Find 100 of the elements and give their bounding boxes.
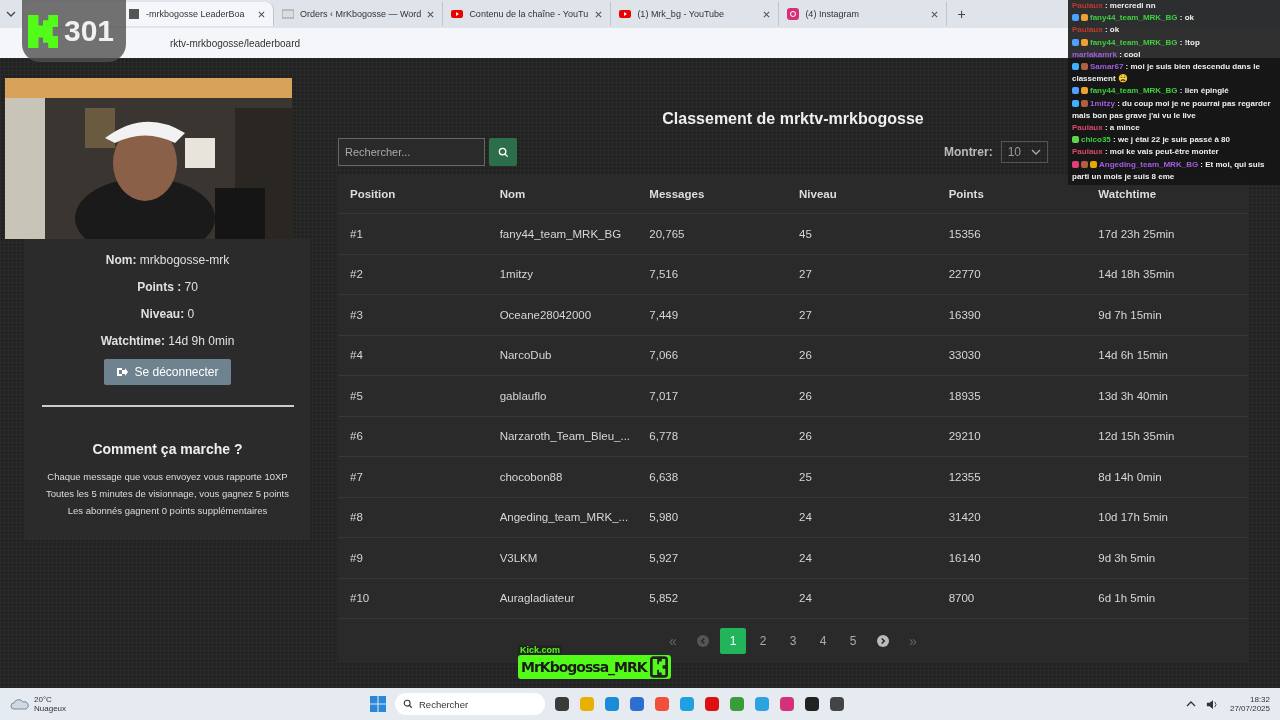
table-cell-text: 17d 23h 25min — [1098, 227, 1176, 240]
table-cell-text: NarcoDub — [499, 349, 553, 362]
column-header: Position — [350, 188, 397, 200]
table-cell-text: chocobon88 — [499, 470, 564, 483]
temperature: 20°C — [34, 695, 53, 704]
browser-tab[interactable]: (4) Instagram — [779, 2, 948, 26]
search-button[interactable] — [489, 138, 517, 166]
cloud-icon — [10, 698, 30, 710]
camera-icon — [787, 8, 800, 20]
close-icon[interactable] — [258, 10, 265, 18]
address-bar[interactable]: rktv-mrkbogosse/leaderboard — [170, 37, 301, 49]
app-icon[interactable] — [554, 696, 570, 712]
table-cell-text: #10 — [350, 592, 371, 605]
browser-tab[interactable]: Contenu de la chaîne - YouTu — [443, 2, 612, 26]
page-size-select[interactable]: 10 — [1000, 141, 1048, 163]
page-link[interactable]: 2 — [748, 628, 778, 654]
rule-text: Chaque message que vous envoyez vous rapporte 10XP — [47, 471, 288, 482]
table-cell-text: #9 — [350, 551, 364, 564]
page-link[interactable]: 3 — [778, 628, 808, 654]
column-header: Watchtime — [1098, 188, 1158, 200]
close-icon[interactable] — [427, 10, 435, 18]
page-icon — [128, 8, 140, 20]
table-cell-text: 26 — [799, 389, 813, 402]
table-cell-text: 33030 — [948, 349, 982, 362]
table-cell-text: 7,017 — [649, 389, 680, 402]
table-cell-text: 9d 7h 15min — [1098, 308, 1163, 321]
chat-message: chico35 : we j étai 22 je suis passé à 80 — [1072, 134, 1276, 147]
table-cell-text: 22770 — [948, 268, 982, 281]
table-cell-text: 8d 14h 0min — [1098, 470, 1163, 483]
column-header: Points — [948, 188, 985, 200]
section-title: Comment ça marche ? — [92, 441, 243, 457]
clock-time: 18:32 — [1249, 695, 1270, 704]
table-cell-text: fany44_team_MRK_BG — [499, 227, 623, 240]
search-field[interactable]: Rechercher... — [338, 138, 485, 166]
app-icon[interactable] — [804, 696, 820, 712]
logout-button[interactable]: Se déconnecter — [104, 359, 231, 385]
speaker-icon[interactable] — [1205, 698, 1220, 710]
table-cell-text: V3LKM — [499, 551, 539, 564]
table-cell-text: #4 — [350, 349, 364, 362]
table-cell-text: Angeding_team_MRK_... — [499, 511, 630, 524]
chevron-up-icon[interactable] — [1185, 701, 1196, 707]
logout-icon — [116, 366, 129, 378]
page-icon — [282, 8, 294, 20]
table-cell-text: 6d 1h 5min — [1098, 592, 1157, 605]
profile-field: Niveau: 0 — [140, 307, 195, 321]
table-cell-text: #5 — [350, 389, 364, 402]
chat-message: 1mitzy : du coup moi je ne pourrai pas regarder mais bon pas grave j'ai vu le live — [1072, 97, 1272, 122]
chevron-down-icon[interactable] — [6, 11, 16, 17]
show-label: Montrer: — [943, 145, 993, 159]
table-cell-text: 45 — [799, 227, 813, 240]
table-cell-text: 1mitzy — [499, 268, 534, 281]
search-icon — [497, 146, 509, 158]
table-cell-text: 18935 — [948, 389, 982, 402]
start-icon[interactable] — [370, 696, 386, 712]
table-cell-text: #8 — [350, 511, 364, 524]
chat-message: Angeding_team_MRK_BG : Et moi, qui suis parti un mois je suis 8 eme — [1072, 158, 1266, 183]
table-cell-text: #1 — [350, 227, 364, 240]
search-icon — [403, 699, 413, 709]
table-cell-text: 31420 — [948, 511, 982, 524]
app-icon[interactable] — [829, 696, 845, 712]
taskbar-search[interactable]: Rechercher — [395, 693, 545, 715]
chat-message: fany44_team_MRK_BG : !top — [1072, 36, 1276, 49]
video-play-icon — [451, 8, 464, 20]
column-header: Nom — [499, 188, 527, 200]
table-cell-text: #3 — [350, 308, 364, 321]
chat-message: Paulaux : a mince — [1072, 122, 1141, 135]
table-cell-text: 9d 3h 5min — [1098, 551, 1157, 564]
table-cell-text: #7 — [350, 470, 364, 483]
browser-tab[interactable]: (1) Mrk_bg - YouTube — [611, 2, 780, 26]
close-icon[interactable] — [763, 10, 771, 18]
table-cell-text: 5,927 — [649, 551, 680, 564]
chat-message: Paulaux : ok — [1072, 24, 1121, 37]
page-link[interactable]: 5 — [838, 628, 868, 654]
page-link[interactable]: 4 — [808, 628, 838, 654]
close-icon[interactable] — [595, 10, 603, 18]
table-cell-text: 27 — [799, 308, 813, 321]
weather-text: Nuageux — [34, 704, 67, 713]
table-cell-text: 7,449 — [649, 308, 680, 321]
table-cell-text: 24 — [799, 511, 813, 524]
table-cell-text: 16390 — [948, 308, 982, 321]
browser-tab[interactable]: Orders ‹ MrKbogosse — Word — [274, 2, 444, 26]
table-cell-text: 15356 — [948, 227, 982, 240]
table-cell-text: 24 — [799, 592, 813, 605]
clock-date: 27/07/2025 — [1229, 704, 1270, 713]
chat-message: marlakamrk : cool — [1072, 48, 1142, 61]
profile-field: Watchtime: 14d 9h 0min — [100, 334, 235, 348]
chat-message: fany44_team_MRK_BG : lien épinglé — [1072, 85, 1276, 98]
chat-message: fany44_team_MRK_BG : ok — [1072, 12, 1276, 25]
page-title: Classement de mrktv-mrkbogosse — [662, 110, 924, 128]
table-cell-text: 27 — [799, 268, 813, 281]
table-cell-text: Narzaroth_Team_Bleu_... — [499, 430, 632, 443]
chat-message: Paulaux : mercredi nn — [1072, 0, 1157, 12]
next-icon[interactable] — [877, 635, 889, 647]
chat-message: Paulaux : moi ke vais peut-être monter — [1072, 146, 1220, 159]
profile-field: Nom: mrkbogosse-mrk — [105, 253, 230, 267]
rule-text: Les abonnés gagnent 0 points supplémentaires — [67, 505, 268, 516]
table-cell-text: 12d 15h 35min — [1098, 430, 1176, 443]
new-tab-button[interactable]: + — [957, 6, 966, 22]
table-cell-text: 26 — [799, 349, 813, 362]
close-icon[interactable] — [931, 10, 939, 18]
